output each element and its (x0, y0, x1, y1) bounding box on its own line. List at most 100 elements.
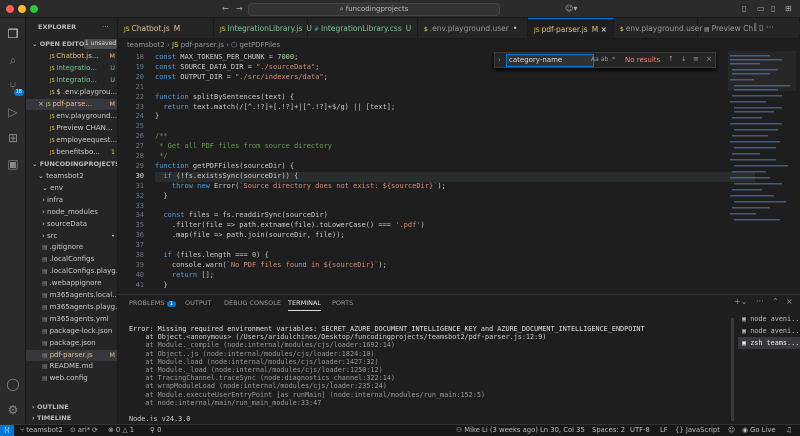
open-editor-item[interactable]: JS employeequest... (26, 135, 117, 146)
close-panel-icon[interactable]: × (786, 297, 793, 306)
remote-explorer-icon[interactable]: ▣ (5, 156, 21, 172)
go-live[interactable]: ◉ Go Live (742, 425, 776, 436)
tab-debug-console[interactable]: DEBUG CONSOLE (224, 299, 281, 307)
editor-tab[interactable]: $ env.playground.user (614, 18, 703, 38)
copilot-status-icon[interactable]: ☺ (728, 425, 735, 436)
open-editor-item[interactable]: JS $ .env.playgrou... (26, 87, 117, 98)
source-control-icon[interactable]: ⑂ 18 (5, 78, 24, 96)
indentation[interactable]: Spaces: 2 (592, 425, 625, 436)
open-editor-item[interactable]: JS Integratio... U (26, 63, 117, 74)
sync-status[interactable]: ⊙ ari* (70, 425, 90, 436)
editor-tab[interactable]: JS IntegrationLibrary.js U (214, 18, 312, 38)
file-item[interactable]: ▤ m365agents.local... (26, 290, 117, 301)
terminal-output[interactable]: Error: Missing required environment vari… (129, 325, 729, 421)
open-editor-item[interactable]: JS Preview CHAN... (26, 123, 117, 134)
branch-status[interactable]: ⑂ teamsbot2 (20, 425, 63, 436)
open-editor-item[interactable]: JS Integratio... U (26, 75, 117, 86)
breadcrumb-folder[interactable]: teamsbot2 (127, 41, 165, 49)
folder-item[interactable]: › infra (26, 195, 117, 206)
remote-indicator-icon[interactable]: ⟩⟨ (0, 425, 14, 436)
encoding[interactable]: UTF-8 (630, 425, 650, 436)
terminal-instance[interactable]: ▣ node aveni... (738, 313, 800, 325)
language-mode[interactable]: {} JavaScript (675, 425, 720, 436)
find-in-selection-icon[interactable]: ≡ (693, 55, 699, 63)
terminal-instance[interactable]: ▣ node aveni... (738, 325, 800, 337)
more-actions-icon[interactable]: ··· (764, 23, 774, 32)
toggle-panel-icon[interactable]: ▭ (757, 4, 765, 13)
terminal-instance[interactable]: ▣ zsh teams... (738, 337, 800, 349)
account-icon[interactable]: ◯ (5, 376, 21, 392)
customize-layout-icon[interactable]: ⊞ (785, 4, 792, 13)
tab-terminal[interactable]: TERMINAL (288, 299, 322, 311)
notifications-icon[interactable]: ♫ (786, 425, 792, 436)
new-terminal-icon[interactable]: +⌄ (734, 297, 747, 306)
previous-match-icon[interactable]: ↑ (668, 55, 674, 63)
sync-icon[interactable]: ⟳ (92, 425, 98, 436)
code-editor[interactable]: 18 const MAX_TOKENS_PER_CHUNK = 7000; 19 co… (118, 51, 800, 291)
outline-header[interactable]: › OUTLINE (26, 402, 117, 413)
back-arrow-icon[interactable]: ← (222, 4, 229, 13)
forward-arrow-icon[interactable]: → (236, 4, 243, 13)
copilot-icon[interactable]: ☺▾ (565, 4, 577, 13)
file-item[interactable]: ▤ web.config (26, 373, 117, 384)
file-item[interactable]: ▤ m365agents.yml (26, 314, 117, 325)
toggle-secondary-sidebar-icon[interactable]: ▯ (771, 4, 775, 13)
terminal-scrollbar[interactable] (731, 318, 734, 421)
maximize-window-button[interactable] (30, 5, 38, 13)
file-item[interactable]: ▤ package-lock.json (26, 326, 117, 337)
tab-ports[interactable]: PORTS (332, 299, 353, 307)
toggle-sidebar-icon[interactable]: ▯ (742, 4, 746, 13)
folder-item[interactable]: › sourceData (26, 219, 117, 230)
next-match-icon[interactable]: ↓ (681, 55, 687, 63)
maximize-panel-icon[interactable]: ⌃ (772, 297, 779, 306)
file-item[interactable]: ▤ .gitignore (26, 242, 117, 253)
open-editor-item[interactable]: JS Chatbot.js... M (26, 51, 117, 62)
ports-icon[interactable]: ⚲ 0 (150, 425, 161, 436)
file-item[interactable]: ▤ m365agents.playg... (26, 302, 117, 313)
more-actions-icon[interactable]: ··· (756, 297, 764, 306)
open-editor-item[interactable]: JS env.playground... (26, 111, 117, 122)
minimap[interactable] (728, 51, 796, 291)
more-actions-icon[interactable]: ··· (102, 22, 116, 33)
close-window-button[interactable] (6, 5, 14, 13)
find-input[interactable]: category-name (506, 54, 594, 67)
file-item[interactable]: ▤ .localConfigs.playg... (26, 266, 117, 277)
breadcrumb-symbol[interactable]: getPDFFiles (239, 41, 280, 49)
close-icon[interactable]: × (598, 25, 607, 34)
folder-item[interactable]: ⌄ teamsbot2 (26, 171, 117, 182)
extensions-icon[interactable]: ⊞ (5, 130, 21, 146)
close-find-icon[interactable]: × (706, 55, 712, 63)
folder-item[interactable]: › node_modules (26, 207, 117, 218)
file-item[interactable]: ▤ package.json (26, 338, 117, 349)
file-item[interactable]: ▤ .localConfigs (26, 254, 117, 265)
explorer-icon[interactable]: ❐ (5, 26, 21, 42)
project-header[interactable]: ⌄ FUNCODINGPROJECTS (26, 159, 117, 170)
folder-item[interactable]: › src • (26, 231, 117, 242)
eol[interactable]: LF (660, 425, 668, 436)
file-item[interactable]: ▤ pdf-parser.js M (26, 349, 117, 361)
run-debug-icon[interactable]: ▷ (5, 104, 21, 120)
editor-tab[interactable]: $ .env.playground.user • (418, 18, 528, 38)
editor-tab[interactable]: JS Chatbot.js M (118, 18, 214, 38)
command-center-search[interactable]: ⌕ funcodingprojects (248, 3, 500, 16)
cursor-position[interactable]: Ln 30, Col 35 (540, 425, 585, 436)
split-editor-icon[interactable]: ⫿ ▯ (754, 23, 764, 32)
git-blame[interactable]: ⚇ Mike Li (3 weeks ago) (456, 425, 538, 436)
editor-tab[interactable]: # IntegrationLibrary.css U (308, 18, 418, 38)
search-view-icon[interactable]: ⌕ (5, 52, 21, 68)
open-editor-item[interactable]: JS benefitsbo... 1 (26, 147, 117, 158)
settings-gear-icon[interactable]: ⚙ (5, 402, 21, 418)
minimize-window-button[interactable] (18, 5, 26, 13)
open-editor-item[interactable]: × JS pdf-parse... M (26, 99, 117, 110)
editor-tab[interactable]: JS pdf-parser.js M × (528, 18, 614, 38)
folder-item[interactable]: ⌄ env (26, 183, 117, 194)
tab-problems[interactable]: PROBLEMS 1 (129, 299, 177, 307)
close-icon[interactable]: × (38, 100, 46, 108)
tab-output[interactable]: OUTPUT (185, 299, 212, 307)
file-item[interactable]: ▤ README.md (26, 361, 117, 372)
breadcrumb-file[interactable]: pdf-parser.js (181, 41, 224, 49)
find-options[interactable]: Aa ab .* (591, 56, 615, 63)
problems-status[interactable]: ⊗ 0 △ 1 (108, 425, 134, 436)
expand-replace-icon[interactable]: › (498, 56, 501, 64)
timeline-header[interactable]: › TIMELINE (26, 413, 117, 424)
